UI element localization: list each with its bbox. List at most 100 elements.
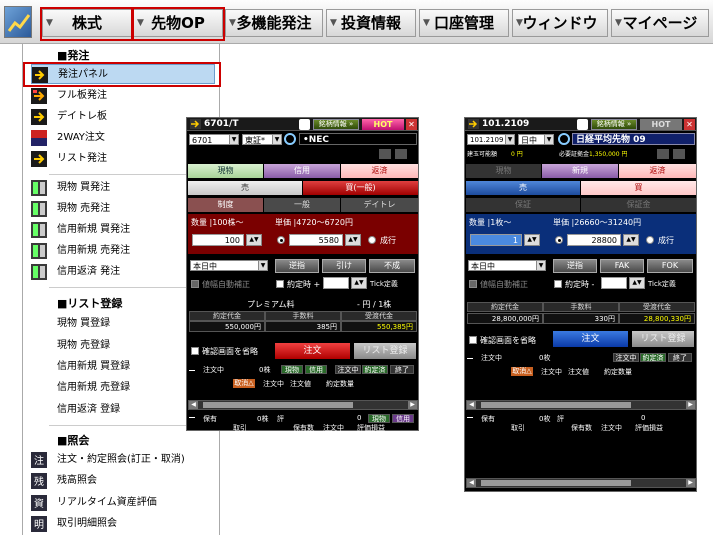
market-order-radio[interactable] — [646, 236, 654, 244]
chevron-right-icon[interactable]: ▶ — [408, 401, 417, 409]
filter-margin[interactable]: 信用 — [305, 365, 327, 374]
chevron-left-icon[interactable]: ◀ — [467, 401, 476, 409]
scroll-thumb[interactable] — [481, 402, 631, 408]
trail-field[interactable] — [323, 277, 349, 289]
stock-info-button[interactable]: 銘柄情報 » — [313, 119, 359, 130]
tab-sell[interactable]: 売 — [188, 181, 302, 195]
fok-button[interactable]: FOK — [647, 259, 693, 273]
filter-executed[interactable]: 約定済 — [362, 365, 388, 374]
collapse-icon[interactable] — [189, 417, 195, 418]
auto-fix-checkbox[interactable] — [469, 280, 477, 288]
quantity-stepper[interactable]: ▲▼ — [524, 234, 540, 246]
menu-item-balance-inquiry[interactable]: 残 残高照会 — [31, 471, 215, 491]
close-icon[interactable]: ✕ — [684, 119, 695, 130]
tick-definition-label[interactable]: Tick定義 — [370, 279, 398, 289]
quantity-field[interactable]: 1 — [470, 234, 522, 246]
order-button[interactable]: 注文 — [553, 331, 628, 347]
chevron-left-icon[interactable]: ◀ — [189, 401, 198, 409]
limit-radio[interactable] — [555, 236, 563, 244]
list-register-button[interactable]: リスト登録 — [354, 343, 416, 359]
stock-info-button[interactable]: 銘柄情報 » — [591, 119, 637, 130]
menu-item-trade-detail[interactable]: 明 取引明細照会 — [31, 514, 215, 534]
board-icon[interactable] — [673, 149, 685, 159]
menu-mypage[interactable]: ▼ マイページ — [611, 9, 709, 37]
orders-scrollbar[interactable]: ◀ ▶ — [188, 400, 418, 410]
expiry-select[interactable]: 本日中 ▼ — [190, 260, 268, 271]
tab-repay[interactable]: 返済 — [341, 164, 418, 178]
stop-order-button[interactable]: 逆指 — [553, 259, 597, 273]
chevron-right-icon[interactable]: ▶ — [686, 479, 695, 487]
price-stepper[interactable]: ▲▼ — [623, 234, 639, 246]
menu-item-order-inquiry[interactable]: 注 注文・約定照会(訂正・取消) — [31, 450, 215, 470]
menu-item-realtime-asset[interactable]: 資 リアルタイム資産評価 — [31, 493, 215, 513]
chart-icon[interactable] — [379, 149, 391, 159]
code-select[interactable]: 6701 ▼ — [189, 134, 239, 145]
trail-checkbox[interactable] — [554, 280, 562, 288]
lock-icon[interactable] — [577, 119, 588, 130]
hot-button[interactable]: HOT — [362, 119, 404, 130]
quantity-stepper[interactable]: ▲▼ — [246, 234, 262, 246]
tab-buy[interactable]: 買(一般) — [303, 181, 418, 195]
trail-stepper[interactable]: ▲▼ — [351, 277, 367, 289]
tab-repay[interactable]: 返済 — [619, 164, 696, 178]
trail-stepper[interactable]: ▲▼ — [629, 277, 645, 289]
trail-checkbox[interactable] — [276, 280, 284, 288]
skip-confirm-checkbox[interactable] — [469, 336, 477, 344]
skip-confirm-checkbox[interactable] — [191, 347, 199, 355]
price-field[interactable]: 5580 — [289, 234, 343, 246]
chart-icon[interactable] — [657, 149, 669, 159]
holdings-filter-cash[interactable]: 現物 — [368, 414, 390, 423]
scroll-thumb[interactable] — [481, 480, 631, 486]
session-select[interactable]: 日中 ▼ — [518, 134, 554, 145]
filter-ended[interactable]: 終了 — [390, 365, 414, 374]
tab-margin[interactable]: 信用 — [264, 164, 340, 178]
tab-general[interactable]: 一般 — [264, 198, 340, 212]
market-select[interactable]: 東証* ▼ — [242, 134, 282, 145]
menu-account[interactable]: ▼ 口座管理 — [419, 9, 509, 37]
lock-icon[interactable] — [299, 119, 310, 130]
chevron-right-icon[interactable]: ▶ — [686, 401, 695, 409]
menu-investment-info[interactable]: ▼ 投資情報 — [326, 9, 416, 37]
menu-item-full-board[interactable]: フル板発注 — [31, 86, 215, 106]
expiry-select[interactable]: 本日中 ▼ — [468, 260, 546, 271]
filter-pending[interactable]: 注文中 — [335, 365, 361, 374]
market-order-radio[interactable] — [368, 236, 376, 244]
stop-order-button[interactable]: 逆指 — [275, 259, 319, 273]
quantity-field[interactable]: 100 — [192, 234, 244, 246]
tick-definition-label[interactable]: Tick定義 — [648, 279, 676, 289]
collapse-icon[interactable] — [467, 358, 473, 359]
fak-button[interactable]: FAK — [600, 259, 644, 273]
trail-field[interactable] — [601, 277, 627, 289]
filter-cash[interactable]: 現物 — [281, 365, 303, 374]
tab-new[interactable]: 新規 — [542, 164, 618, 178]
search-icon[interactable] — [284, 133, 296, 145]
tab-cash[interactable]: 現物 — [188, 164, 263, 178]
list-register-button[interactable]: リスト登録 — [632, 331, 694, 347]
limit-radio[interactable] — [277, 236, 285, 244]
tab-daytrade[interactable]: デイトレ — [341, 198, 418, 212]
collapse-icon[interactable] — [467, 417, 473, 418]
close-order-button[interactable]: 引け — [322, 259, 366, 273]
orders-scrollbar[interactable]: ◀ ▶ — [466, 400, 696, 410]
hot-button[interactable]: HOT — [640, 119, 682, 130]
holdings-scrollbar[interactable]: ◀ ▶ — [466, 478, 696, 488]
order-button[interactable]: 注文 — [275, 343, 350, 359]
tab-buy[interactable]: 買 — [581, 181, 696, 195]
board-icon[interactable] — [395, 149, 407, 159]
code-select[interactable]: 101.2109 ▼ — [467, 134, 515, 145]
chevron-left-icon[interactable]: ◀ — [467, 479, 476, 487]
price-stepper[interactable]: ▲▼ — [345, 234, 361, 246]
holdings-filter-margin[interactable]: 信用 — [392, 414, 414, 423]
app-logo-icon[interactable] — [4, 6, 32, 38]
collapse-icon[interactable] — [189, 370, 195, 371]
scroll-thumb[interactable] — [203, 402, 353, 408]
funari-button[interactable]: 不成 — [369, 259, 415, 273]
menu-multi-order[interactable]: ▼ 多機能発注 — [225, 9, 323, 37]
filter-ended[interactable]: 終了 — [668, 353, 692, 362]
price-field[interactable]: 28800 — [567, 234, 621, 246]
tab-sell[interactable]: 売 — [466, 181, 580, 195]
filter-pending[interactable]: 注文中 — [613, 353, 639, 362]
auto-fix-checkbox[interactable] — [191, 280, 199, 288]
tab-system[interactable]: 制度 — [188, 198, 263, 212]
close-icon[interactable]: ✕ — [406, 119, 417, 130]
